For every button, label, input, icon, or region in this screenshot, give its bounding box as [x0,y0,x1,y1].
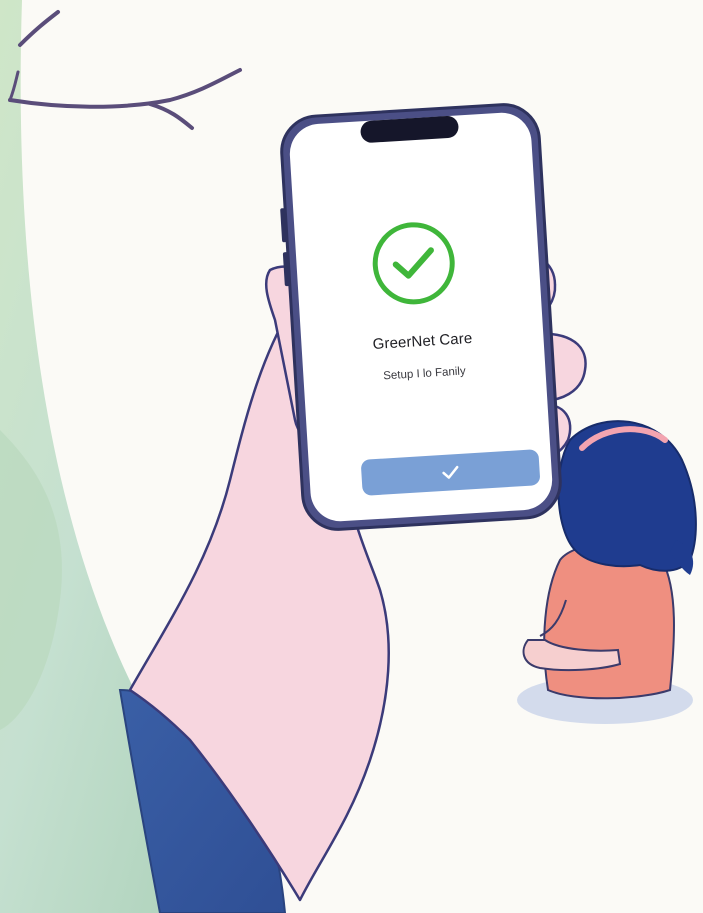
check-icon [442,465,459,479]
confirm-button[interactable] [360,449,541,496]
tree-branch [8,10,242,130]
illustration-stage: GreerNet Care Setup I lo Fanily [0,0,703,913]
app-title: GreerNet Care [372,329,473,353]
check-circle-icon [370,219,458,307]
phone-screen: GreerNet Care Setup I lo Fanily [294,111,548,522]
setup-subtitle: Setup I lo Fanily [382,365,467,383]
